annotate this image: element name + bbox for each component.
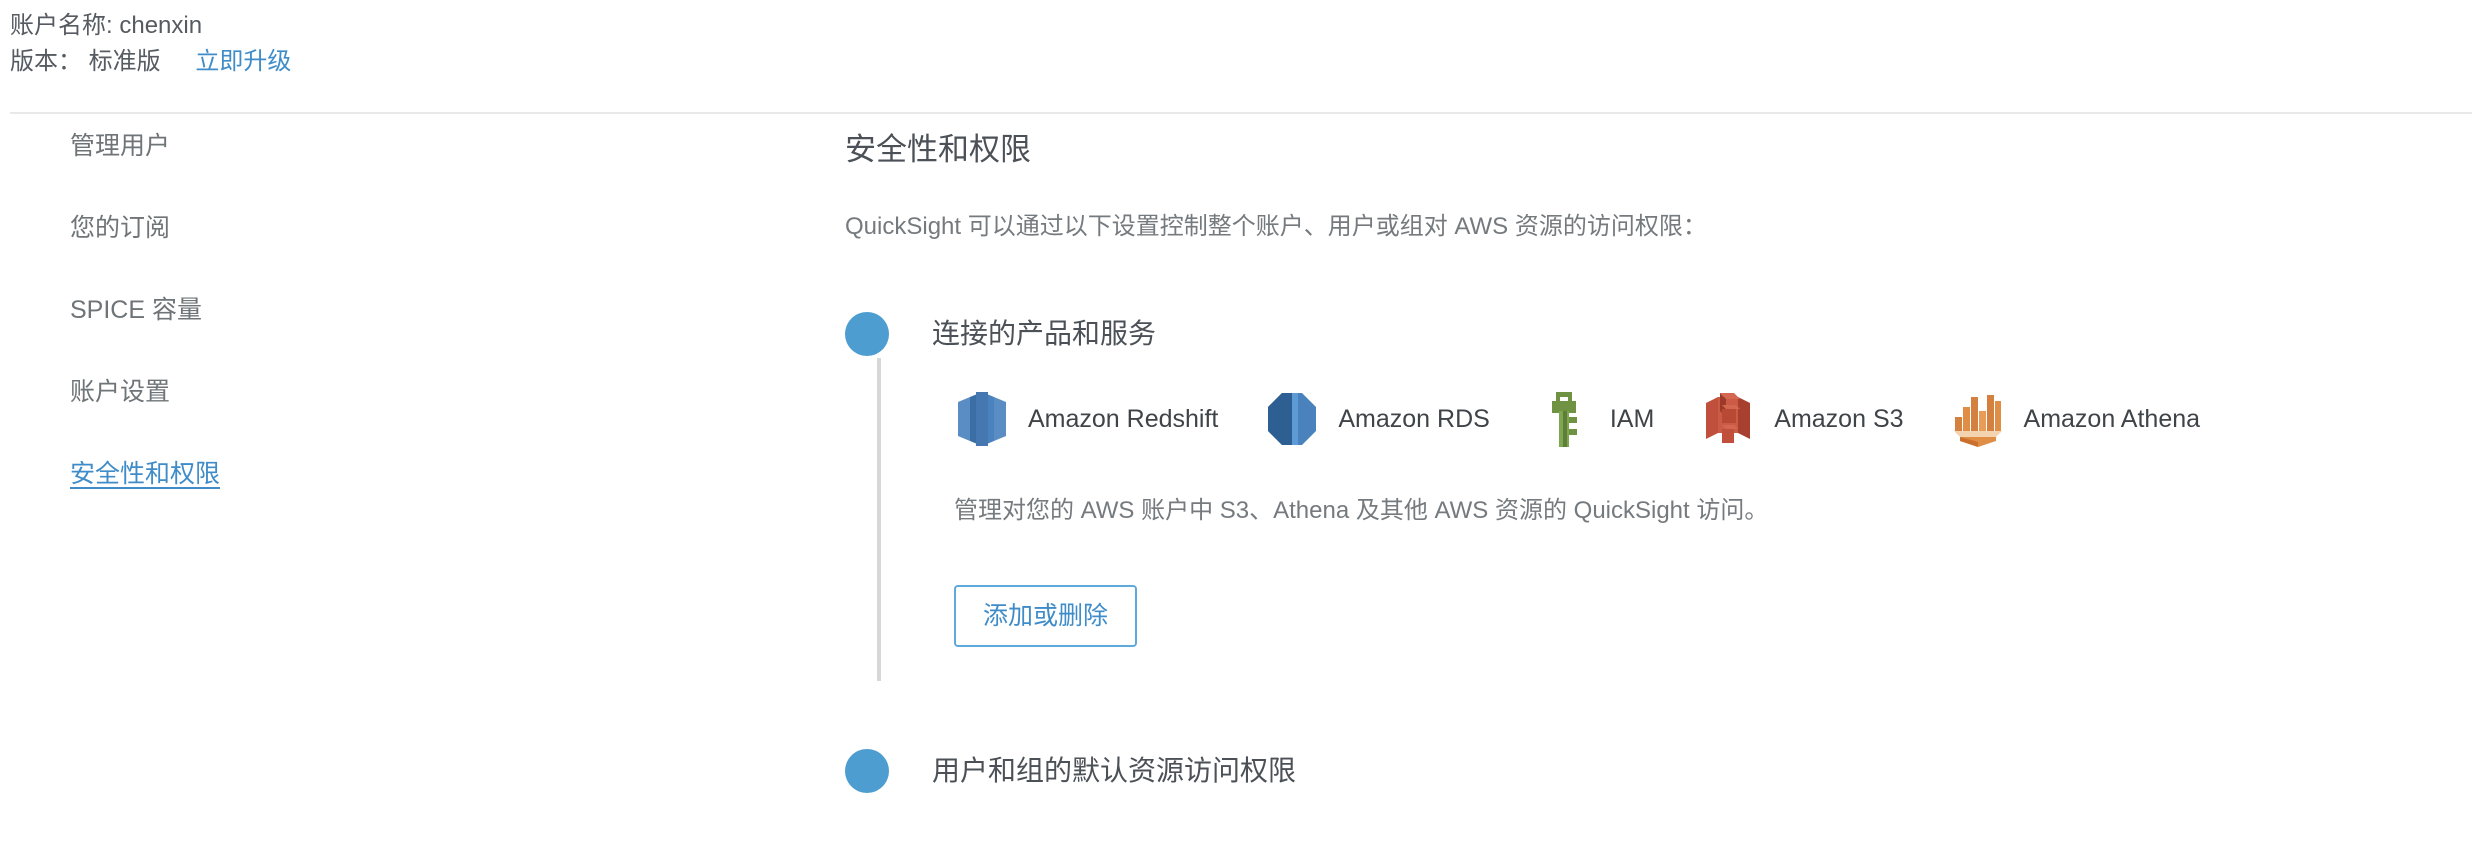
section-bullet-icon bbox=[845, 749, 889, 793]
iam-key-icon bbox=[1536, 389, 1592, 449]
page-title: 安全性和权限 bbox=[845, 132, 1031, 167]
account-name-line: 账户名称: chenxin bbox=[10, 8, 2472, 44]
section-header: 用户和组的默认资源访问权限 bbox=[845, 747, 2445, 795]
sidebar-item-spice-capacity[interactable]: SPICE 容量 bbox=[70, 294, 520, 326]
account-name-label: 账户名称: bbox=[10, 12, 113, 39]
service-label: IAM bbox=[1609, 405, 1655, 433]
service-item-amazon-athena[interactable]: Amazon Athena bbox=[1950, 389, 2201, 449]
section-body: Amazon Redshift Amazon RDS IAM Amazon S3… bbox=[877, 358, 2445, 681]
service-item-amazon-rds[interactable]: Amazon RDS bbox=[1264, 389, 1490, 449]
sidebar-item-account-settings[interactable]: 账户设置 bbox=[70, 376, 520, 408]
add-or-remove-button[interactable]: 添加或删除 bbox=[954, 585, 1138, 647]
section-default-resource-access: 用户和组的默认资源访问权限 bbox=[845, 747, 2445, 795]
section-title-default-resource-access: 用户和组的默认资源访问权限 bbox=[932, 755, 1297, 786]
service-label: Amazon Athena bbox=[2023, 405, 2201, 433]
section-bullet-icon bbox=[845, 312, 889, 356]
service-label: Amazon RDS bbox=[1338, 405, 1490, 433]
service-item-amazon-s3[interactable]: Amazon S3 bbox=[1700, 389, 1904, 449]
amazon-s3-icon bbox=[1700, 389, 1756, 449]
account-edition-line: 版本： 标准版 立即升级 bbox=[10, 44, 2472, 80]
manage-access-text: 管理对您的 AWS 账户中 S3、Athena 及其他 AWS 资源的 Quic… bbox=[954, 497, 1769, 524]
page-description: QuickSight 可以通过以下设置控制整个账户、用户或组对 AWS 资源的访… bbox=[845, 213, 1707, 240]
amazon-rds-icon bbox=[1264, 389, 1320, 449]
edition-value: 标准版 bbox=[88, 48, 161, 75]
amazon-redshift-icon bbox=[954, 389, 1010, 449]
main-content: 安全性和权限 QuickSight 可以通过以下设置控制整个账户、用户或组对 A… bbox=[845, 130, 2445, 795]
amazon-athena-icon bbox=[1950, 389, 2006, 449]
section-connected-products: 连接的产品和服务 Amazon Redshift Amazon RDS IAM … bbox=[845, 310, 2445, 681]
account-header: 账户名称: chenxin 版本： 标准版 立即升级 bbox=[0, 0, 2472, 113]
service-label: Amazon Redshift bbox=[1028, 405, 1219, 433]
settings-sidebar: 管理用户 您的订阅 SPICE 容量 账户设置 安全性和权限 bbox=[0, 130, 520, 540]
sidebar-item-security-and-permissions[interactable]: 安全性和权限 bbox=[70, 458, 520, 490]
service-item-amazon-redshift[interactable]: Amazon Redshift bbox=[954, 389, 1218, 449]
edition-label: 版本： bbox=[10, 48, 82, 75]
service-label: Amazon S3 bbox=[1774, 405, 1904, 433]
header-divider bbox=[10, 112, 2472, 114]
section-header: 连接的产品和服务 bbox=[845, 310, 2445, 358]
connected-services-list: Amazon Redshift Amazon RDS IAM Amazon S3… bbox=[954, 386, 2445, 452]
upgrade-now-link[interactable]: 立即升级 bbox=[195, 48, 291, 75]
section-title-connected-products: 连接的产品和服务 bbox=[932, 318, 1157, 349]
account-name-value: chenxin bbox=[119, 12, 203, 39]
sidebar-item-manage-users[interactable]: 管理用户 bbox=[70, 130, 520, 162]
sidebar-item-your-subscriptions[interactable]: 您的订阅 bbox=[70, 212, 520, 244]
service-item-iam[interactable]: IAM bbox=[1536, 389, 1654, 449]
